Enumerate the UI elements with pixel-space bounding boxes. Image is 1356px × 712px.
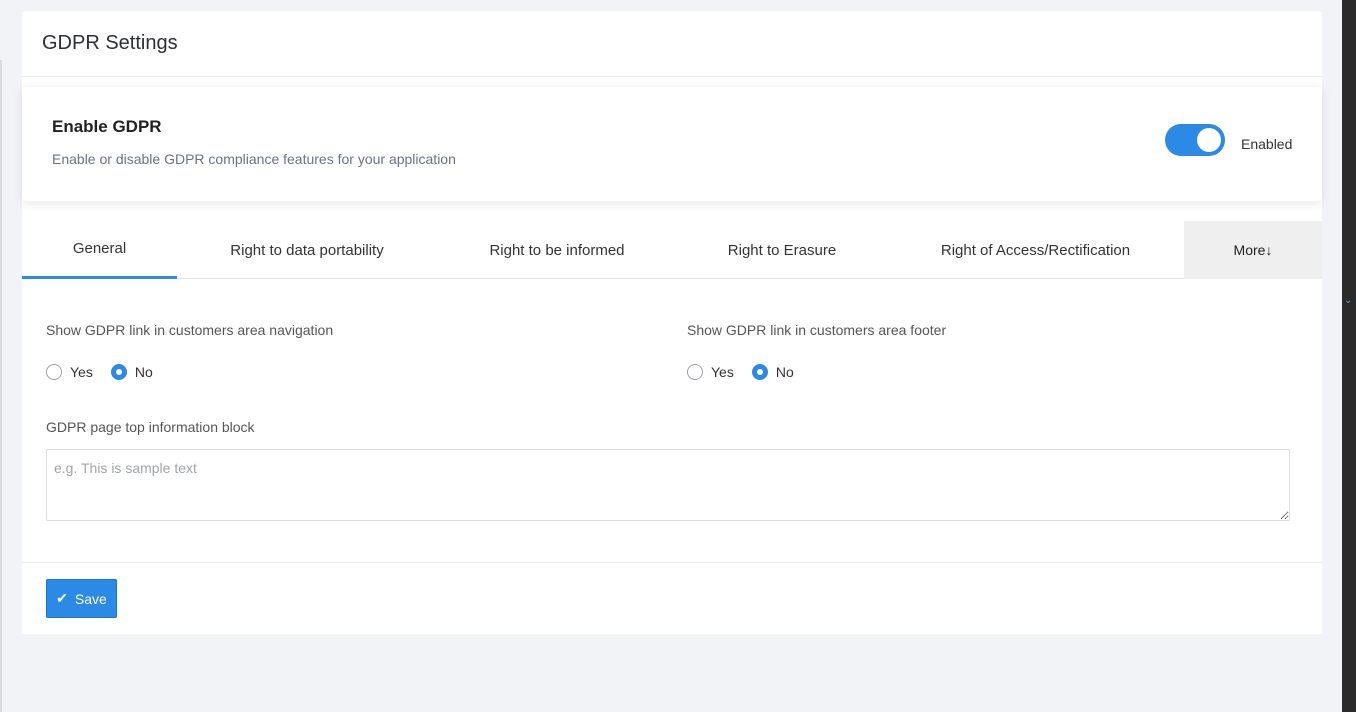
tab-right-to-erasure[interactable]: Right to Erasure	[677, 221, 887, 279]
panel-header: GDPR Settings	[22, 11, 1322, 77]
tab-data-portability[interactable]: Right to data portability	[177, 221, 437, 279]
info-block-textarea[interactable]	[46, 449, 1290, 521]
footer-link-radio-group: Yes No	[687, 364, 812, 380]
save-button[interactable]: ✔ Save	[46, 579, 117, 618]
enable-gdpr-title: Enable GDPR	[52, 117, 162, 136]
nav-link-no-radio[interactable]	[110, 364, 127, 380]
save-button-label: Save	[74, 590, 107, 607]
enable-gdpr-toggle[interactable]	[1165, 124, 1225, 156]
footer-link-no-label[interactable]: No	[776, 364, 794, 380]
footer-link-yes-radio[interactable]	[687, 364, 703, 380]
gdpr-tabs: General Right to data portability Right …	[22, 221, 1322, 279]
footer-link-label: Show GDPR link in customers area footer	[687, 322, 947, 338]
tab-right-to-be-informed[interactable]: Right to be informed	[437, 221, 677, 279]
chevron-down-icon: ⌄	[1344, 295, 1353, 306]
enable-gdpr-card: Enable GDPR Enable or disable GDPR compl…	[22, 87, 1322, 201]
enable-gdpr-description: Enable or disable GDPR compliance featur…	[52, 151, 456, 167]
nav-link-yes-label[interactable]: Yes	[70, 364, 93, 380]
toggle-knob	[1197, 128, 1221, 152]
nav-link-radio-group: Yes No	[46, 364, 171, 380]
tab-access-rectification[interactable]: Right of Access/Rectification	[887, 221, 1184, 279]
toggle-state-label: Enabled	[1241, 136, 1293, 152]
footer-link-no-radio[interactable]	[751, 364, 768, 380]
tab-general[interactable]: General	[22, 221, 177, 279]
nav-link-label: Show GDPR link in customers area navigat…	[46, 322, 334, 338]
gdpr-settings-panel: GDPR Settings Enable GDPR Enable or disa…	[22, 11, 1322, 634]
check-icon: ✔	[56, 590, 68, 606]
nav-link-no-label[interactable]: No	[135, 364, 153, 380]
footer-divider	[22, 562, 1322, 563]
right-scrollbar-strip[interactable]: ⌄	[1342, 0, 1356, 712]
footer-link-yes-label[interactable]: Yes	[711, 364, 734, 380]
tab-more-dropdown[interactable]: More↓	[1184, 221, 1322, 279]
nav-link-yes-radio[interactable]	[46, 364, 62, 380]
info-block-label: GDPR page top information block	[46, 419, 255, 435]
page-left-edge	[0, 60, 2, 712]
page-title: GDPR Settings	[42, 32, 178, 54]
